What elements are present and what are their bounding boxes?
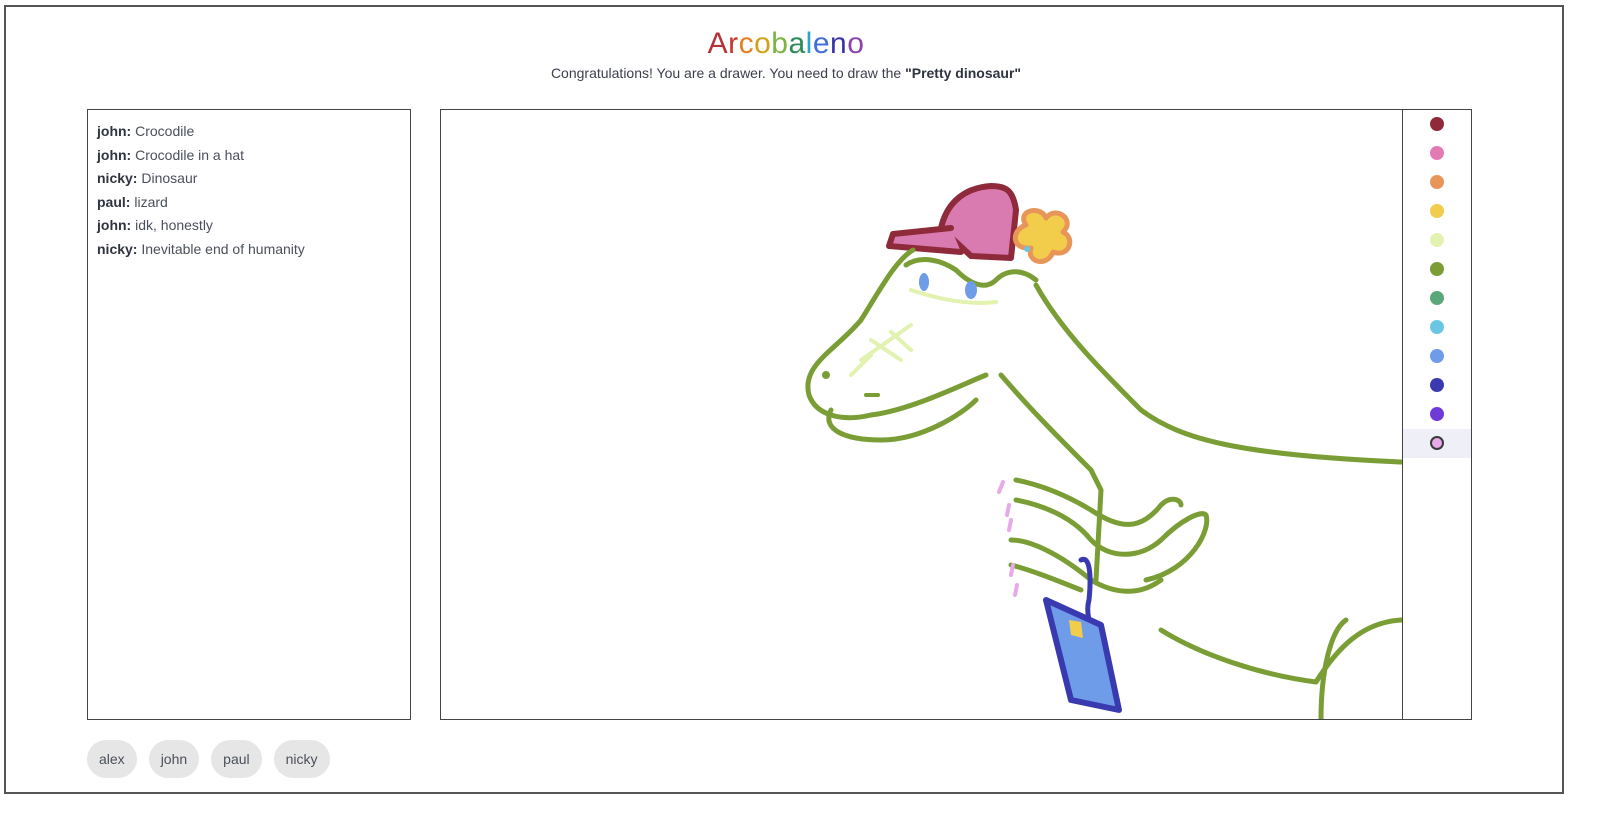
flower [1012, 208, 1073, 264]
title-letter: n [830, 27, 848, 60]
title-letter: o [847, 27, 865, 60]
chat-message: john: Crocodile in a hat [97, 144, 401, 168]
chat-text: Crocodile [135, 123, 195, 139]
word-to-draw: "Pretty dinosaur" [905, 65, 1022, 81]
dino-claws [1008, 562, 1084, 593]
dino-cheek [849, 323, 913, 377]
chat-message: nicky: Dinosaur [97, 167, 401, 191]
title-letter: l [805, 27, 813, 60]
title-letter: o [754, 27, 772, 60]
palette-color-option[interactable] [1403, 429, 1471, 458]
app-title: Arcobaleno [6, 27, 1566, 61]
color-swatch-icon [1430, 291, 1444, 305]
player-list: alex john paul nicky [87, 740, 342, 780]
palette-color-option[interactable] [1403, 371, 1471, 400]
chat-text: Dinosaur [141, 170, 198, 186]
title-letter: b [771, 27, 789, 60]
title-letter: A [707, 27, 729, 60]
color-swatch-icon [1430, 349, 1444, 363]
dino-eye [965, 281, 977, 299]
flower-center [1024, 246, 1030, 252]
hat-brim [886, 225, 964, 255]
color-swatch-icon [1430, 204, 1444, 218]
chat-text: Crocodile in a hat [135, 146, 245, 163]
player-chip[interactable]: nicky [273, 740, 330, 778]
drawing-canvas[interactable] [441, 110, 1402, 719]
chat-user: john: [97, 123, 132, 139]
drawer-instructions: Congratulations! You are a drawer. You n… [6, 65, 1566, 81]
palette-color-option[interactable] [1403, 284, 1471, 313]
drawing-board [440, 109, 1472, 720]
palette-color-option[interactable] [1403, 313, 1471, 342]
color-palette [1402, 110, 1471, 719]
palette-color-option[interactable] [1403, 342, 1471, 371]
title-letter: c [738, 27, 755, 60]
dino-nostril [822, 371, 830, 379]
palette-color-option[interactable] [1403, 139, 1471, 168]
instructions-text: Congratulations! You are a drawer. You n… [550, 65, 906, 81]
chat-message: john: Crocodile [97, 120, 401, 144]
chat-message: john: idk, honestly [97, 214, 401, 238]
chat-user: john: [97, 146, 132, 163]
dino-eye [919, 273, 929, 291]
dinosaur-drawing [805, 183, 1402, 719]
chat-user: nicky: [97, 170, 138, 186]
chat-text: idk, honestly [135, 217, 213, 233]
dino-eyelid [909, 288, 998, 305]
dino-arm [1013, 497, 1210, 583]
header: Arcobaleno Congratulations! You are a dr… [6, 27, 1566, 81]
player-chip[interactable]: john [148, 740, 200, 778]
bag-body [1043, 597, 1122, 713]
palette-color-option[interactable] [1403, 400, 1471, 429]
palette-color-option[interactable] [1403, 255, 1471, 284]
color-swatch-icon [1430, 378, 1444, 392]
palette-color-option[interactable] [1403, 110, 1471, 139]
color-swatch-icon [1430, 320, 1444, 334]
chat-text: Inevitable end of humanity [141, 240, 305, 257]
color-swatch-icon [1430, 175, 1444, 189]
dino-throat [998, 372, 1104, 583]
player-chip[interactable]: paul [211, 740, 262, 778]
chat-message: paul: lizard [97, 191, 401, 215]
title-letter: a [788, 27, 806, 60]
dino-back [1033, 282, 1402, 465]
chat-user: john: [97, 217, 132, 233]
palette-color-option[interactable] [1403, 168, 1471, 197]
color-swatch-icon [1430, 407, 1444, 421]
chat-user: paul: [97, 193, 131, 210]
palette-color-option[interactable] [1403, 197, 1471, 226]
chat-user: nicky: [97, 240, 138, 257]
chat-text: lizard [134, 193, 168, 210]
palette-color-option[interactable] [1403, 226, 1471, 255]
player-chip[interactable]: alex [87, 740, 137, 778]
color-swatch-icon [1430, 117, 1444, 131]
title-letter: r [728, 27, 739, 60]
title-letter: e [812, 27, 831, 60]
color-swatch-icon [1430, 436, 1444, 450]
color-swatch-icon [1430, 262, 1444, 276]
color-swatch-icon [1430, 146, 1444, 160]
chat-message: nicky: Inevitable end of humanity [97, 238, 401, 262]
color-swatch-icon [1430, 233, 1444, 247]
dino-underside [1158, 617, 1402, 685]
chat-log: john: Crocodile john: Crocodile in a hat… [87, 109, 411, 720]
